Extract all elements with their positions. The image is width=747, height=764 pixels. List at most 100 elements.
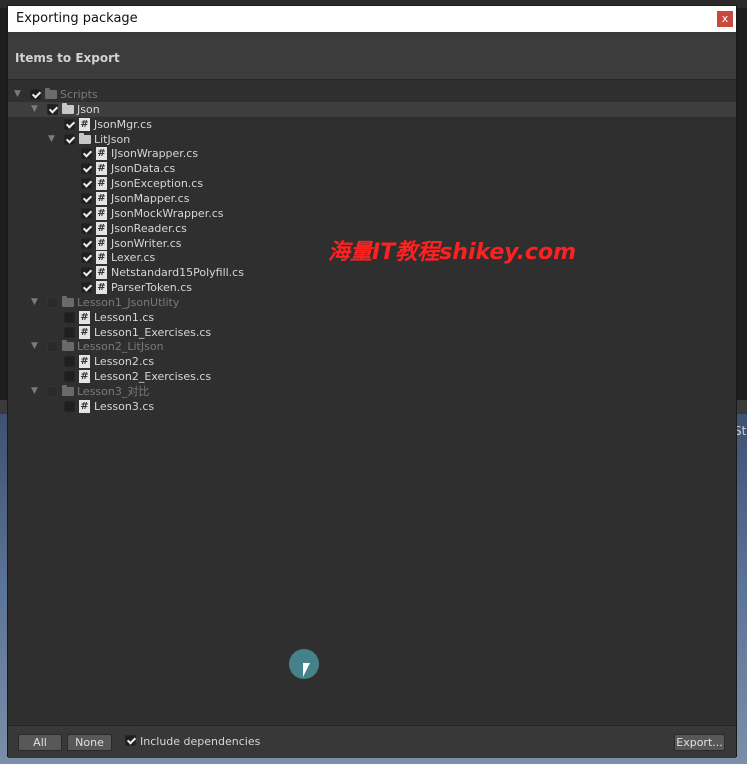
tree-item-label: Scripts — [60, 88, 98, 101]
fold-arrow-icon[interactable]: ▼ — [31, 384, 41, 399]
tree-item-checkbox[interactable] — [81, 252, 92, 264]
tree-item-checkbox[interactable] — [64, 400, 75, 412]
csharp-script-icon: # — [96, 251, 107, 265]
csharp-script-icon: # — [96, 177, 107, 191]
csharp-script-icon: # — [96, 191, 107, 205]
tree-item-label: Lexer.cs — [111, 251, 156, 265]
tree-item-checkbox[interactable] — [64, 118, 75, 130]
export-tree[interactable]: ▼ Scripts ▼ Json # JsonMgr.cs ▼ LitJson # IJsonWr… — [8, 80, 736, 725]
tree-file-row[interactable]: # Lesson1_Exercises.cs — [8, 325, 736, 340]
csharp-script-icon: # — [79, 325, 90, 339]
tree-item-label: Json — [77, 102, 100, 116]
tree-item-label: JsonException.cs — [111, 177, 204, 191]
tree-folder-row[interactable]: ▼ Scripts — [8, 87, 736, 102]
tree-folder-row[interactable]: ▼ Lesson3_对比 — [8, 384, 736, 399]
tree-folder-row[interactable]: ▼ Lesson1_JsonUtlity — [8, 295, 736, 310]
tree-item-label: Lesson3_对比 — [77, 385, 150, 398]
fold-arrow-icon[interactable]: ▼ — [31, 295, 41, 310]
tree-file-row[interactable]: # Lesson1.cs — [8, 310, 736, 325]
export-button[interactable]: Export... — [674, 734, 725, 751]
tree-item-checkbox[interactable] — [81, 163, 92, 175]
tree-item-checkbox[interactable] — [64, 133, 75, 145]
tree-item-checkbox[interactable] — [47, 103, 58, 115]
folder-icon — [62, 102, 74, 114]
mouse-cursor-icon — [303, 663, 310, 677]
folder-icon — [62, 385, 74, 396]
csharp-script-icon: # — [96, 266, 107, 280]
dialog-header: Items to Export — [8, 33, 736, 80]
watermark-text: 海量IT教程shikey.com — [328, 240, 577, 265]
csharp-script-icon: # — [79, 117, 90, 131]
csharp-script-icon: # — [79, 355, 90, 369]
csharp-script-icon: # — [79, 370, 90, 384]
csharp-script-icon: # — [96, 206, 107, 220]
close-button[interactable]: x — [717, 11, 733, 27]
none-button[interactable]: None — [67, 734, 112, 751]
tree-file-row[interactable]: # Lesson2.cs — [8, 354, 736, 369]
csharp-script-icon: # — [79, 399, 90, 413]
tree-file-row[interactable]: # Netstandard15Polyfill.cs — [8, 265, 736, 280]
tree-item-checkbox[interactable] — [47, 386, 58, 397]
tree-item-checkbox[interactable] — [47, 296, 58, 308]
fold-arrow-icon[interactable]: ▼ — [14, 87, 24, 102]
csharp-script-icon: # — [96, 281, 107, 295]
tree-item-label: JsonMapper.cs — [111, 191, 190, 205]
tree-item-checkbox[interactable] — [81, 222, 92, 234]
tree-item-checkbox[interactable] — [47, 341, 58, 353]
tree-folder-row[interactable]: ▼ Lesson2_LitJson — [8, 339, 736, 354]
tree-file-row[interactable]: # JsonMgr.cs — [8, 117, 736, 132]
tree-item-checkbox[interactable] — [81, 237, 92, 249]
tree-folder-row[interactable]: ▼ LitJson — [8, 132, 736, 147]
tree-item-checkbox[interactable] — [81, 267, 92, 279]
folder-icon — [62, 295, 74, 307]
title-bar: Exporting package x — [8, 6, 736, 32]
fold-arrow-icon[interactable]: ▼ — [31, 339, 41, 354]
tree-file-row[interactable]: # Lesson3.cs — [8, 399, 736, 414]
tree-file-row[interactable]: # JsonData.cs — [8, 161, 736, 176]
csharp-script-icon: # — [79, 310, 90, 324]
dialog-footer: All None Include dependencies Export... — [8, 725, 736, 758]
fold-arrow-icon[interactable]: ▼ — [31, 102, 41, 117]
tree-item-checkbox[interactable] — [81, 192, 92, 204]
tree-file-row[interactable]: # ParserToken.cs — [8, 280, 736, 295]
csharp-script-icon: # — [96, 236, 107, 250]
tree-item-label: Lesson1_JsonUtlity — [77, 295, 180, 309]
tree-item-label: IJsonWrapper.cs — [111, 147, 199, 161]
csharp-script-icon: # — [96, 147, 107, 161]
tree-file-row[interactable]: # JsonMockWrapper.cs — [8, 206, 736, 221]
tree-file-row[interactable]: # Lesson2_Exercises.cs — [8, 369, 736, 384]
tree-item-label: JsonData.cs — [111, 162, 176, 176]
tree-file-row[interactable]: # JsonMapper.cs — [8, 191, 736, 206]
tree-folder-row[interactable]: ▼ Json — [8, 101, 736, 117]
tree-item-label: LitJson — [94, 132, 131, 146]
tree-item-label: Lesson1.cs — [94, 310, 155, 324]
tree-item-checkbox[interactable] — [64, 311, 75, 323]
export-package-dialog: Exporting package x Items to Export ▼ Scr… — [7, 5, 737, 758]
tree-item-checkbox[interactable] — [81, 282, 92, 294]
csharp-script-icon: # — [96, 221, 107, 235]
tree-item-checkbox[interactable] — [30, 89, 41, 100]
tree-item-checkbox[interactable] — [64, 326, 75, 338]
tree-item-checkbox[interactable] — [81, 207, 92, 219]
include-dependencies-checkbox[interactable] — [125, 735, 136, 746]
tree-item-checkbox[interactable] — [81, 178, 92, 190]
tree-file-row[interactable]: # JsonException.cs — [8, 176, 736, 191]
tree-item-checkbox[interactable] — [81, 148, 92, 160]
tree-item-label: Lesson3.cs — [94, 399, 155, 413]
folder-icon — [45, 88, 57, 99]
tree-item-label: JsonReader.cs — [111, 221, 187, 235]
tree-item-label: ParserToken.cs — [111, 281, 192, 295]
tree-item-label: Lesson2_LitJson — [77, 340, 164, 354]
fold-arrow-icon[interactable]: ▼ — [48, 132, 58, 147]
tree-item-label: Lesson1_Exercises.cs — [94, 325, 212, 339]
tree-item-checkbox[interactable] — [64, 371, 75, 383]
window-title: Exporting package — [16, 11, 138, 26]
tree-item-label: JsonWriter.cs — [111, 236, 182, 250]
csharp-script-icon: # — [96, 162, 107, 176]
tree-item-checkbox[interactable] — [64, 356, 75, 368]
folder-icon — [62, 340, 74, 352]
folder-icon — [79, 132, 91, 144]
items-to-export-heading: Items to Export — [15, 51, 120, 65]
all-button[interactable]: All — [18, 734, 62, 751]
tree-file-row[interactable]: # IJsonWrapper.cs — [8, 146, 736, 161]
